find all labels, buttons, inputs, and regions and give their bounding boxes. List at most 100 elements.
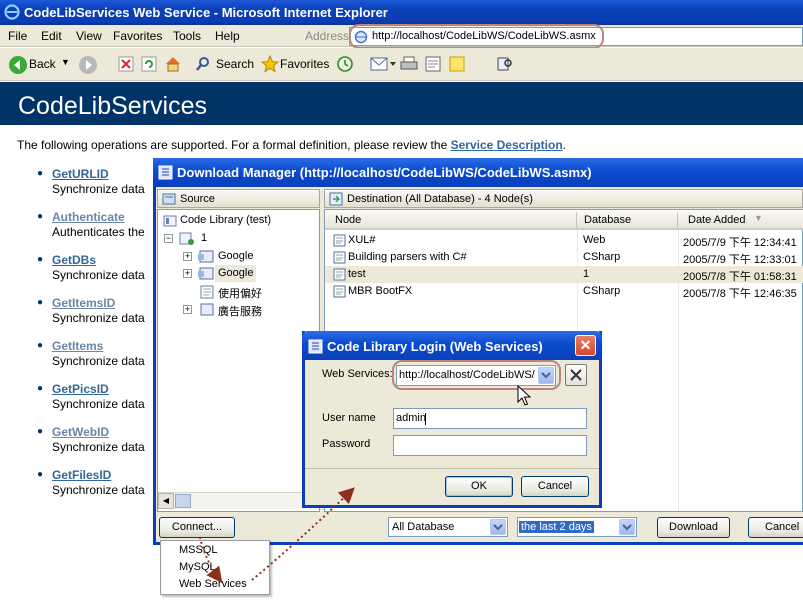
operation-link-geturlid[interactable]: GetURLID — [52, 167, 109, 181]
column-node[interactable]: Node — [335, 214, 361, 226]
user-name-value: admin — [396, 412, 426, 424]
operation-desc: Synchronize data — [52, 182, 145, 196]
column-separator[interactable] — [677, 212, 678, 228]
print-icon[interactable] — [400, 55, 418, 73]
time-filter-select[interactable]: the last 2 days — [517, 517, 637, 537]
operation-desc: Synchronize data — [52, 440, 145, 454]
search-button[interactable]: Search — [216, 57, 254, 71]
user-name-label: User name — [322, 412, 376, 424]
table-row[interactable]: Building parsers with C# CSharp 2005/7/9… — [325, 249, 803, 266]
menu-option-web-services[interactable]: Web Services — [179, 578, 247, 590]
menu-file[interactable]: File — [8, 29, 27, 43]
bullet-icon: ● — [37, 340, 44, 351]
menu-tools[interactable]: Tools — [173, 29, 201, 43]
operation-link-getitems[interactable]: GetItems — [52, 339, 103, 353]
browser-title: CodeLibServices Web Service - Microsoft … — [24, 5, 388, 20]
page-heading: CodeLibServices — [18, 92, 207, 120]
row-database: CSharp — [583, 285, 621, 297]
favorites-icon[interactable] — [261, 55, 279, 73]
operation-desc: Synchronize data — [52, 483, 145, 497]
menu-favorites[interactable]: Favorites — [113, 29, 162, 43]
operation-desc: Synchronize data — [52, 397, 145, 411]
mail-icon[interactable] — [370, 56, 396, 72]
chevron-down-icon[interactable] — [490, 519, 506, 535]
back-dropdown-icon[interactable]: ▼ — [61, 57, 70, 67]
menu-view[interactable]: View — [76, 29, 102, 43]
expand-icon[interactable]: + — [183, 252, 192, 261]
intro-end: . — [562, 138, 566, 152]
row-date: 2005/7/9 下午 12:34:41 — [683, 237, 797, 249]
download-button[interactable]: Download — [657, 517, 730, 538]
stop-icon[interactable] — [118, 56, 134, 72]
operation-link-authenticate[interactable]: Authenticate — [52, 210, 125, 224]
row-database: CSharp — [583, 251, 621, 263]
row-date: 2005/7/8 下午 12:46:35 — [683, 288, 797, 300]
tree-label: 使用偏好 — [218, 288, 262, 300]
scroll-left-icon[interactable]: ◀ — [158, 493, 174, 509]
ok-button[interactable]: OK — [445, 476, 513, 497]
login-title-bar[interactable]: Code Library Login (Web Services) — [302, 331, 602, 360]
folder-icon — [200, 303, 214, 316]
menu-edit[interactable]: Edit — [41, 29, 62, 43]
address-label: Address — [305, 29, 350, 43]
row-date: 2005/7/8 下午 01:58:31 — [683, 271, 797, 283]
cancel-button[interactable]: Cancel — [748, 517, 803, 538]
column-separator[interactable] — [576, 212, 577, 228]
address-highlight — [349, 24, 604, 49]
clear-icon[interactable] — [565, 364, 587, 386]
table-row[interactable]: MBR BootFX CSharp 2005/7/8 下午 12:46:35 — [325, 283, 803, 300]
close-icon[interactable]: ✕ — [575, 335, 596, 356]
column-date-added[interactable]: Date Added — [688, 214, 746, 226]
row-database: Web — [583, 234, 606, 246]
connect-button[interactable]: Connect... — [159, 517, 235, 538]
column-database[interactable]: Database — [584, 214, 631, 226]
menu-help[interactable]: Help — [215, 29, 240, 43]
operation-link-getwebid[interactable]: GetWebID — [52, 425, 109, 439]
user-name-field[interactable]: admin — [393, 408, 587, 429]
download-manager-title-bar[interactable]: Download Manager (http://localhost/CodeL… — [153, 158, 803, 187]
collapse-icon[interactable]: − — [164, 234, 173, 243]
menu-option-mysql[interactable]: MySQL — [179, 561, 216, 573]
operation-link-getitemsid[interactable]: GetItemsID — [52, 296, 115, 310]
operation-link-getpicsid[interactable]: GetPicsID — [52, 382, 109, 396]
tree-horizontal-scrollbar[interactable]: ◀ — [158, 492, 319, 509]
bullet-icon: ● — [37, 426, 44, 437]
note-icon[interactable] — [448, 55, 466, 73]
text-caret — [425, 413, 426, 425]
expand-icon[interactable]: + — [183, 269, 192, 278]
document-icon — [333, 251, 346, 264]
back-icon[interactable] — [8, 55, 28, 75]
destination-icon — [329, 192, 343, 206]
bullet-icon: ● — [37, 254, 44, 265]
time-filter-value: the last 2 days — [519, 521, 594, 533]
library-icon — [163, 215, 177, 227]
menu-option-mssql[interactable]: MSSQL — [179, 544, 218, 556]
login-cancel-button[interactable]: Cancel — [521, 476, 589, 497]
document-icon — [333, 285, 346, 298]
row-node: XUL# — [348, 234, 376, 246]
bullet-icon: ● — [37, 168, 44, 179]
operation-link-getdbs[interactable]: GetDBs — [52, 253, 96, 267]
source-icon — [162, 192, 176, 206]
home-icon[interactable] — [164, 55, 182, 73]
expand-icon[interactable]: + — [183, 305, 192, 314]
history-icon[interactable] — [336, 55, 354, 73]
password-field[interactable] — [393, 435, 587, 456]
service-description-link[interactable]: Service Description — [451, 138, 563, 152]
favorites-button[interactable]: Favorites — [280, 57, 329, 71]
destination-header-label: Destination (All Database) - 4 Node(s) — [347, 193, 533, 205]
research-icon[interactable] — [496, 55, 514, 73]
database-filter-select[interactable]: All Database — [388, 517, 508, 537]
divider — [305, 468, 599, 469]
scroll-thumb[interactable] — [175, 494, 191, 508]
table-row-selected[interactable]: test 1 2005/7/8 下午 01:58:31 — [325, 266, 803, 283]
search-icon[interactable] — [195, 56, 211, 72]
chevron-down-icon[interactable] — [619, 519, 635, 535]
forward-icon[interactable] — [78, 55, 98, 75]
table-row[interactable]: XUL# Web 2005/7/9 下午 12:34:41 — [325, 232, 803, 249]
operation-link-getfilesid[interactable]: GetFilesID — [52, 468, 111, 482]
edit-icon[interactable] — [424, 55, 442, 73]
app-icon — [308, 339, 323, 354]
refresh-icon[interactable] — [141, 56, 157, 72]
back-button[interactable]: Back — [29, 57, 56, 71]
